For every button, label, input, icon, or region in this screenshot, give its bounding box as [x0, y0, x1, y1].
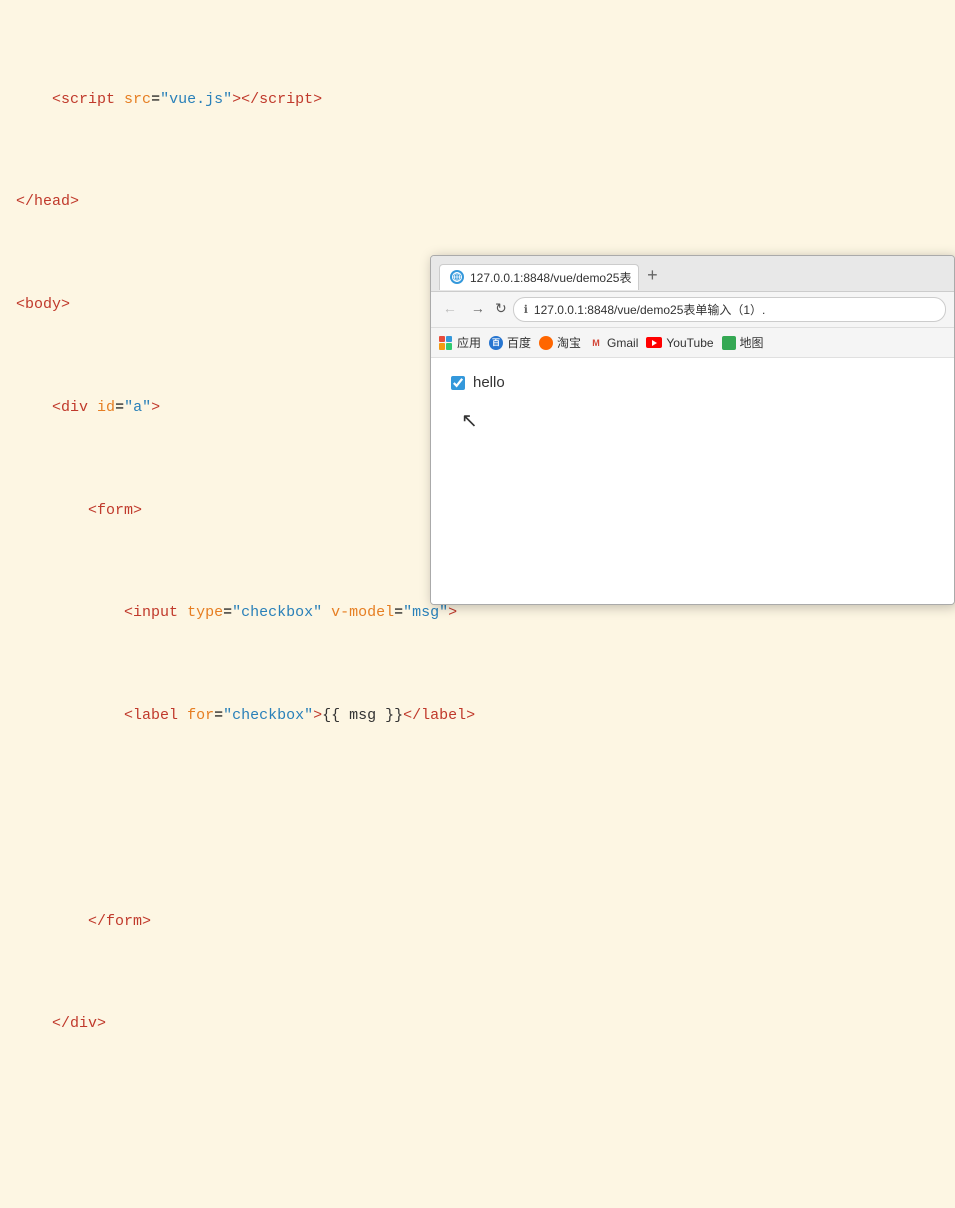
cursor-area: ↖ [451, 411, 934, 431]
new-tab-button[interactable]: + [647, 268, 658, 286]
bookmark-taobao-label: 淘宝 [557, 334, 581, 351]
code-line-10: </div> [0, 1011, 955, 1037]
bookmark-youtube-label: YouTube [666, 336, 713, 350]
active-tab[interactable]: 127.0.0.1:8848/vue/demo25表 × [439, 264, 639, 290]
bookmark-taobao[interactable]: 淘宝 [539, 334, 581, 351]
address-lock-icon: ℹ [524, 303, 528, 316]
bookmark-baidu[interactable]: 百 百度 [489, 334, 531, 351]
code-line-1: <script src="vue.js"></script> [0, 87, 955, 113]
code-line-9: </form> [0, 909, 955, 935]
demo-checkbox[interactable] [451, 376, 465, 390]
bookmark-youtube[interactable]: YouTube [646, 336, 713, 350]
back-button[interactable]: ← [439, 302, 461, 318]
taobao-icon [539, 336, 553, 350]
bookmarks-bar: 应用 百 百度 淘宝 M Gmail YouTube 地图 [431, 328, 954, 358]
map-icon [722, 336, 736, 350]
code-line-2: </head> [0, 189, 955, 215]
code-line-7: <label for="checkbox">{{ msg }}</label> [0, 703, 955, 729]
bookmark-apps-label: 应用 [457, 334, 481, 351]
code-line-8 [0, 806, 955, 832]
address-bar[interactable]: ℹ 127.0.0.1:8848/vue/demo25表单输入（1）. [513, 297, 946, 322]
browser-window: 127.0.0.1:8848/vue/demo25表 × + ← → ↻ ℹ 1… [430, 255, 955, 605]
address-text: 127.0.0.1:8848/vue/demo25表单输入（1）. [534, 301, 765, 318]
tab-globe-icon [450, 270, 464, 284]
code-line-11 [0, 1114, 955, 1140]
bookmark-map-label: 地图 [740, 334, 764, 351]
browser-toolbar: ← → ↻ ℹ 127.0.0.1:8848/vue/demo25表单输入（1）… [431, 292, 954, 328]
browser-tab-bar: 127.0.0.1:8848/vue/demo25表 × + [431, 256, 954, 292]
gmail-icon: M [589, 338, 603, 348]
demo-checkbox-row: hello [451, 374, 934, 391]
apps-icon [439, 336, 453, 350]
youtube-icon [646, 337, 662, 348]
bookmark-baidu-label: 百度 [507, 334, 531, 351]
bookmark-gmail-label: Gmail [607, 336, 638, 350]
cursor-icon: ↖ [461, 410, 478, 432]
forward-button[interactable]: → [467, 302, 489, 318]
browser-content: hello ↖ [431, 358, 954, 604]
demo-checkbox-label: hello [473, 374, 505, 391]
baidu-icon: 百 [489, 336, 503, 350]
bookmark-gmail[interactable]: M Gmail [589, 336, 638, 350]
tab-title: 127.0.0.1:8848/vue/demo25表 [470, 269, 631, 286]
refresh-button[interactable]: ↻ [495, 301, 507, 318]
bookmark-map[interactable]: 地图 [722, 334, 764, 351]
bookmark-apps[interactable]: 应用 [439, 334, 481, 351]
